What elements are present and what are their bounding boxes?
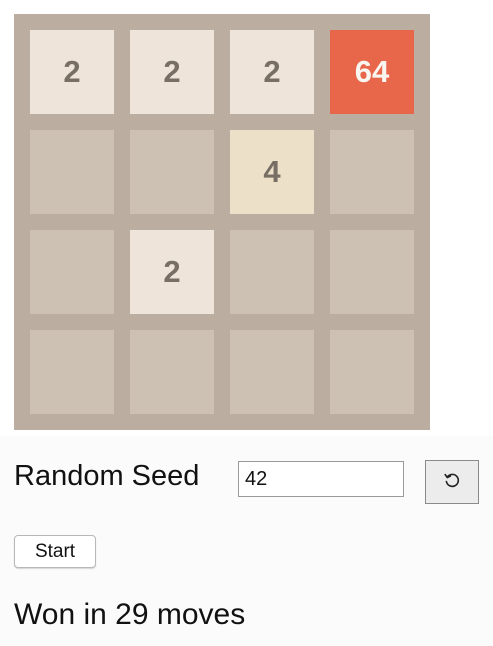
empty-cell xyxy=(330,130,414,214)
empty-cell xyxy=(30,230,114,314)
start-button[interactable]: Start xyxy=(14,535,96,568)
empty-cell xyxy=(330,230,414,314)
empty-cell xyxy=(130,130,214,214)
tile-2: 2 xyxy=(230,30,314,114)
refresh-icon xyxy=(443,471,461,494)
game-board: 2 2 2 64 4 2 xyxy=(14,14,430,430)
tile-2: 2 xyxy=(130,230,214,314)
seed-input[interactable] xyxy=(238,461,404,497)
tile-4: 4 xyxy=(230,130,314,214)
status-message: Won in 29 moves xyxy=(14,598,246,631)
tile-64: 64 xyxy=(330,30,414,114)
seed-label: Random Seed xyxy=(14,460,200,492)
tile-2: 2 xyxy=(130,30,214,114)
empty-cell xyxy=(230,330,314,414)
empty-cell xyxy=(230,230,314,314)
tile-2: 2 xyxy=(30,30,114,114)
empty-cell xyxy=(30,330,114,414)
empty-cell xyxy=(130,330,214,414)
reseed-button[interactable] xyxy=(425,460,479,504)
empty-cell xyxy=(330,330,414,414)
empty-cell xyxy=(30,130,114,214)
app: 2226442 Random Seed Start Won in 29 move… xyxy=(0,0,493,646)
